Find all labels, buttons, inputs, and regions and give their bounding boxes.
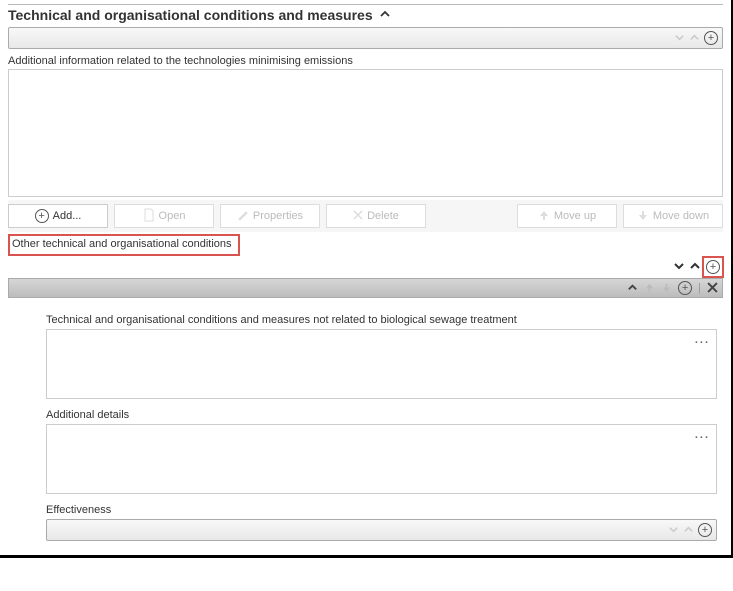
list-controls: + — [8, 256, 723, 278]
toolbar-bar: + — [8, 27, 723, 49]
section-title: Technical and organisational conditions … — [8, 7, 373, 23]
pencil-icon — [237, 209, 249, 224]
field1-label: Technical and organisational conditions … — [46, 314, 717, 326]
arrow-down-icon — [661, 281, 672, 296]
field3-label: Effectiveness — [46, 504, 717, 516]
move-down-label: Move down — [653, 210, 709, 222]
chevron-down-icon — [668, 523, 679, 538]
add-button-label: Add... — [53, 210, 82, 222]
open-button: Open — [114, 204, 214, 228]
x-icon — [353, 210, 363, 223]
ellipsis-icon[interactable]: ... — [695, 334, 710, 346]
delete-button: Delete — [326, 204, 426, 228]
record-header: + | — [8, 278, 723, 298]
field1-input[interactable]: ... — [46, 329, 717, 399]
add-record-highlight: + — [705, 259, 721, 275]
separator: | — [698, 282, 701, 294]
form-page: Technical and organisational conditions … — [0, 0, 733, 558]
arrow-up-icon — [538, 209, 550, 224]
chevron-up-icon[interactable] — [689, 260, 701, 275]
field2-label: Additional details — [46, 409, 717, 421]
add-record-icon[interactable]: + — [706, 260, 720, 274]
section-header[interactable]: Technical and organisational conditions … — [8, 4, 723, 27]
add-icon[interactable]: + — [704, 31, 718, 45]
chevron-up-icon — [689, 31, 700, 46]
chevron-up-icon — [683, 523, 694, 538]
document-icon — [143, 208, 155, 225]
additional-info-label: Additional information related to the te… — [8, 55, 723, 67]
open-button-label: Open — [159, 210, 186, 222]
arrow-up-icon — [644, 281, 655, 296]
move-up-button: Move up — [517, 204, 617, 228]
effectiveness-bar: + — [46, 519, 717, 541]
add-icon[interactable]: + — [698, 523, 712, 537]
record-body: Technical and organisational conditions … — [8, 298, 723, 547]
properties-button-label: Properties — [253, 210, 303, 222]
field2-input[interactable]: ... — [46, 424, 717, 494]
chevron-up-icon[interactable] — [627, 281, 638, 296]
ellipsis-icon[interactable]: ... — [695, 429, 710, 441]
add-icon[interactable]: + — [678, 281, 692, 295]
chevron-up-icon — [379, 8, 391, 23]
chevron-down-icon[interactable] — [673, 260, 685, 275]
arrow-down-icon — [637, 209, 649, 224]
add-button[interactable]: + Add... — [8, 204, 108, 228]
move-up-label: Move up — [554, 210, 596, 222]
delete-button-label: Delete — [367, 210, 399, 222]
move-down-button: Move down — [623, 204, 723, 228]
attachment-buttons: + Add... Open Properties Delete M — [8, 200, 723, 232]
attachment-area[interactable] — [8, 69, 723, 197]
other-conditions-label: Other technical and organisational condi… — [8, 234, 240, 256]
plus-icon: + — [35, 209, 49, 223]
close-icon[interactable] — [707, 281, 718, 296]
chevron-down-icon — [674, 31, 685, 46]
properties-button: Properties — [220, 204, 320, 228]
